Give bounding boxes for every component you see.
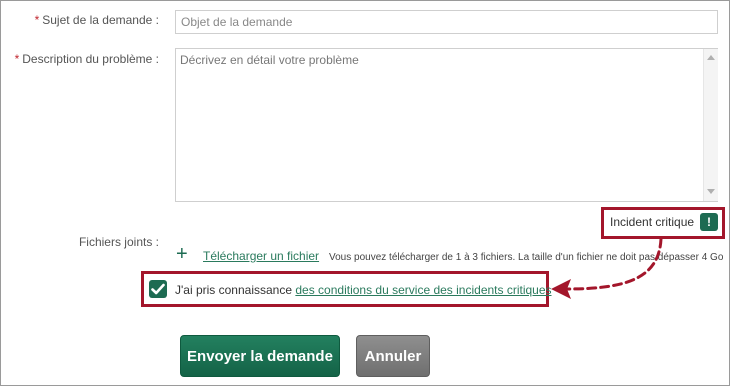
terms-text: J'ai pris connaissance des conditions du… <box>175 283 552 297</box>
description-label-text: Description du problème : <box>22 52 159 66</box>
dashed-arrow <box>551 237 663 299</box>
check-icon <box>151 283 165 295</box>
critical-incident-label: Incident critique <box>610 215 695 229</box>
subject-label-text: Sujet de la demande : <box>42 13 159 27</box>
cancel-button[interactable]: Annuler <box>356 335 430 377</box>
description-label: * Description du problème : <box>15 52 159 66</box>
scroll-down-icon[interactable] <box>707 189 715 194</box>
submit-button[interactable]: Envoyer la demande <box>180 335 340 377</box>
upload-file-link[interactable]: Télécharger un fichier <box>203 249 319 263</box>
scroll-up-icon[interactable] <box>707 55 715 60</box>
subject-input[interactable] <box>175 10 718 34</box>
terms-checkbox[interactable] <box>149 280 167 298</box>
subject-label: * Sujet de la demande : <box>35 13 159 27</box>
description-scrollbar[interactable] <box>703 49 718 201</box>
request-form: *Sujet de la demande : *Description du p… <box>0 0 730 386</box>
terms-conditions-link[interactable]: des conditions du service des incidents … <box>295 283 551 297</box>
description-textarea[interactable] <box>175 48 718 202</box>
exclamation-icon[interactable]: ! <box>700 213 718 231</box>
required-mark: * <box>34 13 40 27</box>
terms-static-text: J'ai pris connaissance <box>175 283 293 297</box>
required-mark: * <box>14 52 20 66</box>
attachments-label: Fichiers joints : <box>78 235 159 249</box>
plus-icon[interactable]: + <box>176 244 188 264</box>
